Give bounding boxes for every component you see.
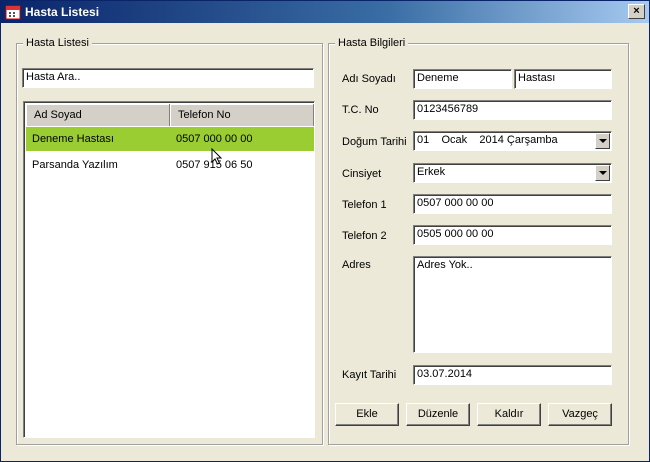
name-label: Adı Soyadı [342, 73, 396, 85]
last-name-field[interactable]: Hastası [514, 69, 612, 89]
row-name: Deneme Hastası [32, 133, 114, 145]
calendar-icon [5, 5, 21, 20]
registered-date-label: Kayıt Tarihi [342, 369, 397, 381]
birth-date-label: Doğum Tarihi [342, 136, 407, 148]
window-title: Hasta Listesi [25, 5, 100, 19]
chevron-down-icon[interactable] [595, 133, 610, 149]
edit-button[interactable]: Düzenle [406, 403, 470, 426]
patient-list-group-title: Hasta Listesi [23, 37, 92, 49]
gender-value: Erkek [417, 166, 446, 178]
delete-button[interactable]: Kaldır [477, 403, 541, 426]
column-header-name[interactable]: Ad Soyad [26, 104, 170, 126]
tc-field[interactable]: 0123456789 [413, 100, 612, 120]
gender-select[interactable]: Erkek [413, 163, 612, 183]
phone1-label: Telefon 1 [342, 199, 387, 211]
mouse-pointer-icon [211, 148, 223, 165]
close-icon: × [633, 5, 640, 17]
first-name-field[interactable]: Deneme [413, 69, 512, 89]
table-row[interactable]: Parsanda Yazılım 0507 915 06 50 [26, 153, 314, 177]
phone1-field[interactable]: 0507 000 00 00 [413, 194, 612, 214]
patient-info-group-title: Hasta Bilgileri [335, 37, 409, 49]
chevron-down-icon[interactable] [595, 165, 610, 181]
list-header: Ad Soyad Telefon No [26, 104, 314, 126]
column-header-phone[interactable]: Telefon No [170, 104, 314, 126]
close-button[interactable]: × [628, 4, 645, 19]
address-textarea[interactable]: Adres Yok.. [413, 256, 612, 353]
birth-date-picker[interactable]: 01 Ocak 2014 Çarşamba [413, 131, 612, 151]
cancel-button[interactable]: Vazgeç [548, 403, 612, 426]
add-button[interactable]: Ekle [335, 403, 399, 426]
table-row[interactable]: Deneme Hastası 0507 000 00 00 [26, 127, 314, 151]
phone2-field[interactable]: 0505 000 00 00 [413, 225, 612, 245]
phone2-label: Telefon 2 [342, 230, 387, 242]
patient-list-window: Hasta Listesi × Hasta Listesi Hasta Ara.… [0, 0, 650, 462]
address-label: Adres [342, 259, 371, 271]
patient-search-input[interactable]: Hasta Ara.. [22, 68, 314, 88]
registered-date-field[interactable]: 03.07.2014 [413, 365, 612, 385]
tc-label: T.C. No [342, 104, 379, 116]
patient-list-view[interactable]: Ad Soyad Telefon No Deneme Hastası 0507 … [23, 101, 315, 438]
birth-date-value: 01 Ocak 2014 Çarşamba [417, 134, 558, 146]
title-bar[interactable]: Hasta Listesi × [1, 1, 649, 23]
gender-label: Cinsiyet [342, 168, 382, 180]
row-name: Parsanda Yazılım [32, 159, 118, 171]
